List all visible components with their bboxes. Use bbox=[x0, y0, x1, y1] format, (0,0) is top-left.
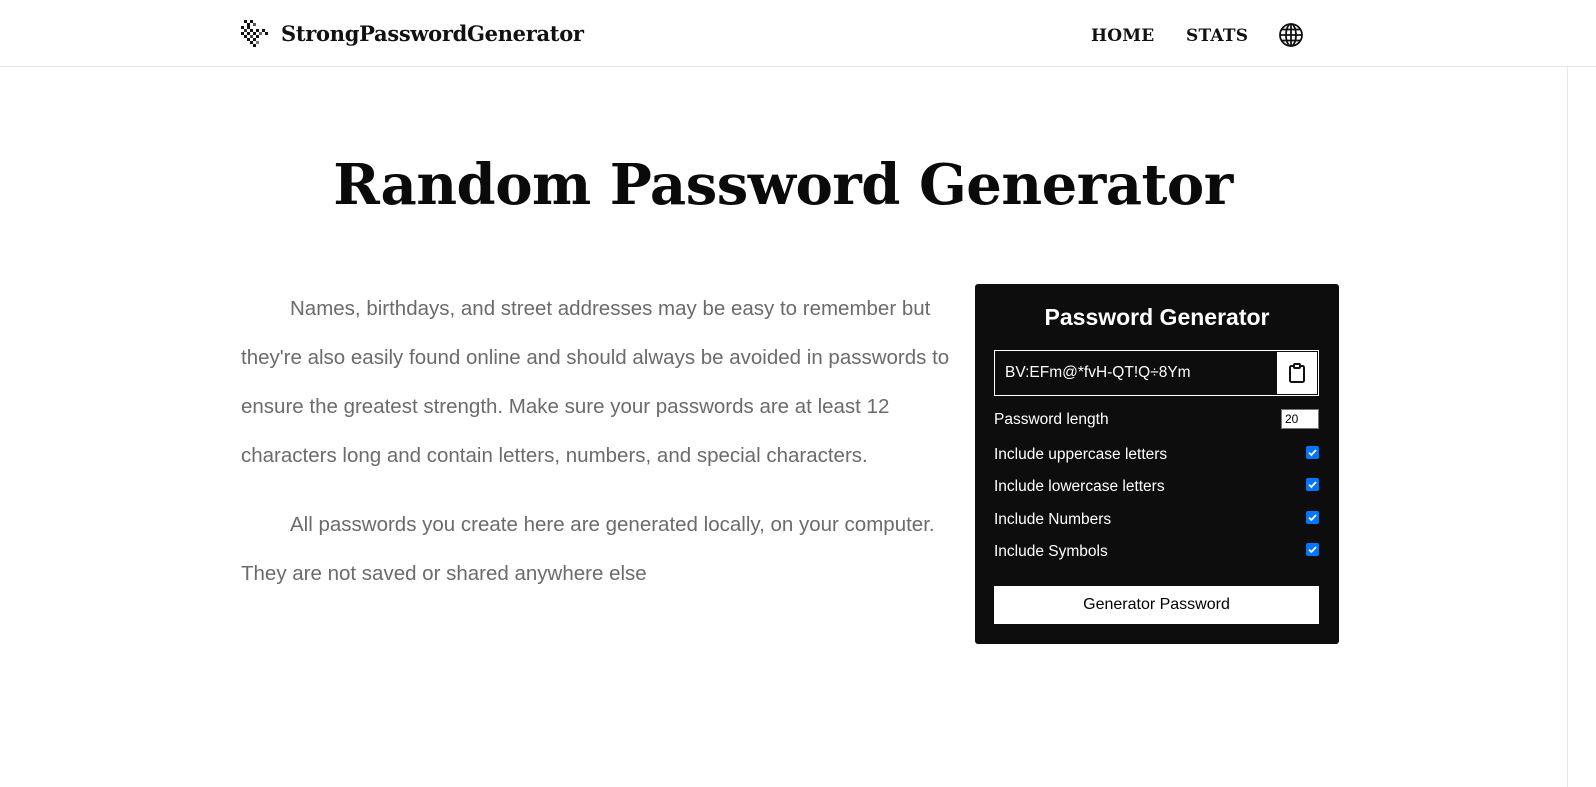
option-lowercase-row: Include lowercase letters bbox=[994, 476, 1319, 498]
password-length-row: Password length bbox=[994, 409, 1319, 431]
brand-name: StrongPasswordGenerator bbox=[281, 20, 584, 46]
numbers-checkbox[interactable] bbox=[1306, 511, 1319, 524]
clipboard-icon bbox=[1289, 363, 1305, 383]
page: StrongPasswordGenerator HOME STATS Rando… bbox=[0, 0, 1596, 787]
option-numbers-row: Include Numbers bbox=[994, 509, 1319, 531]
option-label: Include uppercase letters bbox=[994, 446, 1168, 463]
option-uppercase-row: Include uppercase letters bbox=[994, 444, 1319, 466]
uppercase-checkbox[interactable] bbox=[1306, 446, 1319, 459]
password-result-box: BV:EFm@*fvH-QT!Q÷8Ym bbox=[994, 350, 1319, 396]
nav-stats-link[interactable]: STATS bbox=[1186, 26, 1248, 46]
generator-panel: Password Generator BV:EFm@*fvH-QT!Q÷8Ym … bbox=[975, 284, 1339, 644]
scrollbar-edge bbox=[1567, 67, 1568, 787]
password-length-input[interactable] bbox=[1281, 409, 1319, 429]
symbols-checkbox[interactable] bbox=[1306, 543, 1319, 556]
intro-paragraph: Names, birthdays, and street addresses m… bbox=[241, 297, 950, 467]
option-symbols-row: Include Symbols bbox=[994, 541, 1319, 563]
checkmark-icon bbox=[1308, 546, 1317, 554]
generator-title: Password Generator bbox=[1044, 304, 1270, 330]
lowercase-checkbox[interactable] bbox=[1306, 478, 1319, 491]
intro-text: Names, birthdays, and street addresses m… bbox=[241, 284, 961, 618]
checkmark-icon bbox=[1308, 449, 1317, 457]
option-label: Include Numbers bbox=[994, 511, 1112, 528]
brand-logo-icon bbox=[241, 20, 268, 47]
password-result[interactable]: BV:EFm@*fvH-QT!Q÷8Ym bbox=[1005, 364, 1191, 382]
globe-icon[interactable] bbox=[1278, 22, 1304, 48]
option-label: Include Symbols bbox=[994, 543, 1108, 560]
brand-link[interactable]: StrongPasswordGenerator bbox=[241, 16, 584, 50]
intro-paragraph: All passwords you create here are genera… bbox=[241, 513, 935, 585]
checkmark-icon bbox=[1308, 514, 1317, 522]
checkmark-icon bbox=[1308, 481, 1317, 489]
page-title: Random Password Generator bbox=[333, 152, 1233, 218]
option-label: Include lowercase letters bbox=[994, 478, 1165, 495]
generate-password-button[interactable]: Generator Password bbox=[994, 586, 1319, 624]
navbar: StrongPasswordGenerator HOME STATS bbox=[0, 0, 1596, 67]
copy-password-button[interactable] bbox=[1277, 352, 1317, 394]
password-length-label: Password length bbox=[994, 411, 1109, 428]
nav-home-link[interactable]: HOME bbox=[1091, 26, 1154, 46]
